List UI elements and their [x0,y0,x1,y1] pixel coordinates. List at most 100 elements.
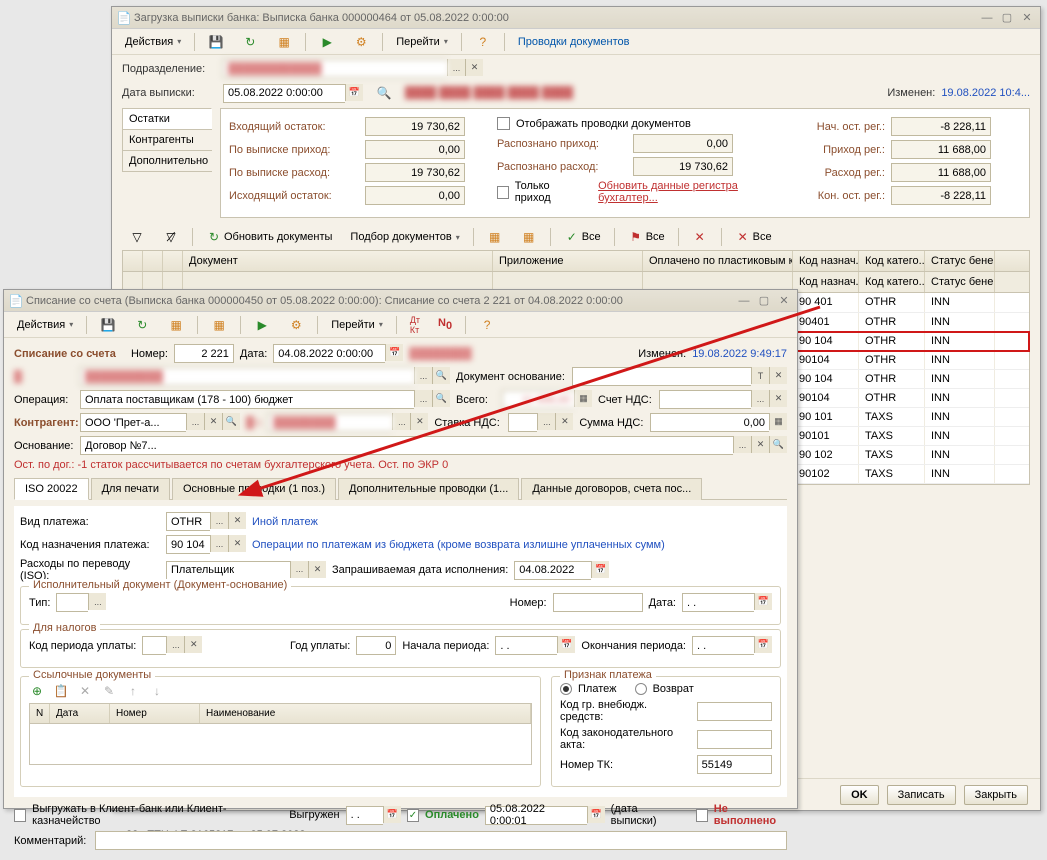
filter-icon[interactable]: ▽ [122,226,152,248]
check-all-1[interactable]: ✓Все [557,226,608,248]
edit-icon[interactable]: ✎ [101,683,117,699]
export-checkbox[interactable] [14,809,26,822]
ref-docs-table[interactable]: N Дата Номер Наименование [29,703,532,765]
icon-2[interactable]: ▦ [514,226,544,248]
calendar-icon[interactable]: 📅 [385,344,403,361]
save-icon[interactable]: 💾 [93,314,123,336]
postings-link[interactable]: Проводки документов [511,33,637,51]
save-button[interactable]: Записать [887,785,956,805]
fs1-date-field[interactable]: . .📅 [682,593,772,612]
subdivision-field[interactable]: ████████████...✕ [223,59,483,78]
only-in-checkbox[interactable] [497,186,509,199]
down-icon[interactable]: ↓ [149,683,165,699]
acc-field[interactable]: ████████...✕ [268,413,428,432]
ellipsis-icon[interactable]: ... [447,59,465,76]
go-menu[interactable]: Перейти [389,33,455,51]
fs2-year-field[interactable]: 0 [356,636,396,655]
help-icon[interactable]: ? [472,314,502,336]
calendar-icon[interactable]: 📅 [345,84,363,101]
actions-menu[interactable]: Действия [10,316,80,334]
date-field[interactable]: 04.08.2022 0:00:00📅 [273,344,403,363]
action-icon[interactable]: ⚙ [346,31,376,53]
minimize-button[interactable]: — [978,10,996,26]
icon-a[interactable]: ▦ [204,314,234,336]
dtkt-icon[interactable]: ДтКт [403,312,427,338]
no-icon[interactable]: N0 [431,314,459,335]
changed-value[interactable]: 19.08.2022 9:49:17 [692,348,787,360]
add-icon[interactable]: ⊕ [29,683,45,699]
reqdate-field[interactable]: 04.08.2022📅 [514,561,609,580]
vatrate-field[interactable]: ...✕ [508,413,573,432]
tab-iso[interactable]: ISO 20022 [14,478,89,500]
fs1-num-field[interactable] [553,593,643,612]
tab-print[interactable]: Для печати [91,478,170,500]
contr-field[interactable]: ООО 'Прет-а......✕🔍 [80,413,240,432]
update-docs-button[interactable]: ↻Обновить документы [199,226,339,248]
post-icon[interactable]: ▦ [161,314,191,336]
paid-checkbox[interactable]: ✓ [407,809,419,822]
fs1-type-field[interactable]: ... [56,593,106,612]
go-menu[interactable]: Перейти [324,316,390,334]
exported-date[interactable]: . .📅 [346,806,401,825]
ptype-field[interactable]: OTHR...✕ [166,512,246,531]
close-button[interactable]: ✕ [775,293,793,309]
date-field[interactable]: 05.08.2022 0:00:00📅 [223,84,363,103]
act-field[interactable] [697,730,772,749]
pcode-field[interactable]: 90 104...✕ [166,535,246,554]
fs2-kp-field[interactable]: ...✕ [142,636,202,655]
maximize-button[interactable]: ▢ [755,293,773,309]
tab-contractors[interactable]: Контрагенты [122,129,212,151]
field-blur[interactable]: ██████████...🔍 [80,367,450,386]
vatsum-field[interactable]: 0,00▦ [650,413,787,432]
help-icon[interactable]: ? [468,31,498,53]
refresh-icon[interactable]: ↻ [127,314,157,336]
tab-main-postings[interactable]: Основные проводки (1 поз.) [172,478,336,500]
paid-date-field[interactable]: 05.08.2022 0:00:01📅 [485,806,605,825]
minimize-button[interactable]: — [735,293,753,309]
x-all[interactable]: ✕Все [728,226,779,248]
docbasis-field[interactable]: T✕ [572,367,787,386]
op-field[interactable]: Оплата поставщикам (178 - 100) бюджет...… [80,390,450,409]
close-button[interactable]: ✕ [1018,10,1036,26]
changed-value[interactable]: 19.08.2022 10:4... [941,87,1030,99]
pay-radio[interactable] [560,683,572,695]
tab-contract-data[interactable]: Данные договоров, счета пос... [521,478,702,500]
basis-field[interactable]: Договор №7......✕🔍 [80,436,787,455]
ok-button[interactable]: OK [840,785,879,805]
fs2-to-field[interactable]: . .📅 [692,636,772,655]
pick-docs-button[interactable]: Подбор документов [343,228,466,246]
icon-b[interactable]: ⚙ [281,314,311,336]
show-postings-checkbox[interactable] [497,117,510,130]
update-register-link[interactable]: Обновить данные регистра бухгалтер... [598,180,777,204]
x-icon[interactable]: ✕ [685,226,715,248]
icon-1[interactable]: ▦ [480,226,510,248]
num-field[interactable]: 2 221 [174,344,234,363]
up-icon[interactable]: ↑ [125,683,141,699]
run-icon[interactable]: ▶ [247,314,277,336]
tab-extra[interactable]: Дополнительно [122,150,212,172]
flag-all[interactable]: ⚑Все [621,226,672,248]
search-icon[interactable]: 🔍 [369,82,399,104]
vatacc-field[interactable]: ...✕ [659,390,787,409]
close-button[interactable]: Закрыть [964,785,1028,805]
comment-field[interactable] [95,831,787,850]
maximize-button[interactable]: ▢ [998,10,1016,26]
save-icon[interactable]: 💾 [201,31,231,53]
total-field[interactable]: 11 688,00▦ [502,390,592,409]
fs2-from-field[interactable]: . .📅 [495,636,575,655]
tab-extra-postings[interactable]: Дополнительные проводки (1... [338,478,519,500]
grp-field[interactable] [697,702,772,721]
notdone-checkbox[interactable] [696,809,708,822]
tk-field[interactable]: 55149 [697,755,772,774]
actions-menu[interactable]: Действия [118,33,188,51]
clear-icon[interactable]: ✕ [465,59,483,76]
copy-icon[interactable]: 📋 [53,683,69,699]
refresh-icon[interactable]: ↻ [235,31,265,53]
run-icon[interactable]: ▶ [312,31,342,53]
tab-balances[interactable]: Остатки [122,108,212,130]
return-radio[interactable] [635,683,647,695]
exp-field[interactable]: Плательщик...✕ [166,561,326,580]
post-icon[interactable]: ▦ [269,31,299,53]
filter-clear-icon[interactable]: ▽̸ [156,226,186,248]
delete-icon[interactable]: ✕ [77,683,93,699]
